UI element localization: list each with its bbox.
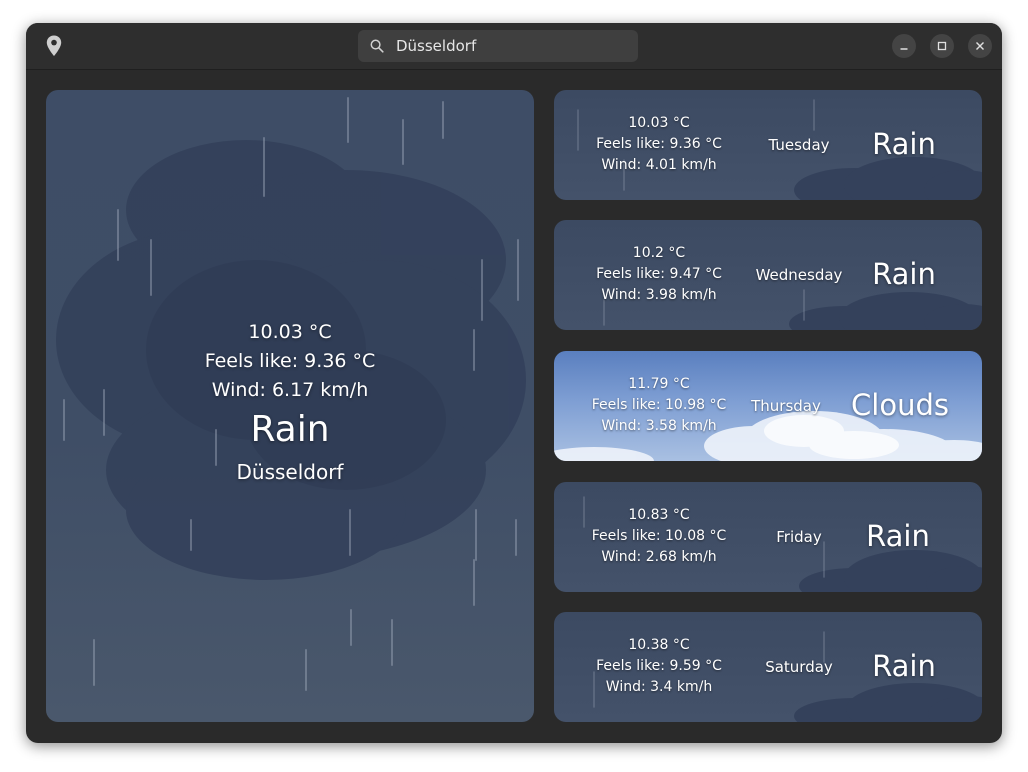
forecast-condition: Rain xyxy=(866,519,930,553)
current-feels-like: Feels like: 9.36 °C xyxy=(204,350,376,372)
forecast-temperature: 11.79 °C xyxy=(628,376,690,392)
forecast-temperature: 10.2 °C xyxy=(632,245,686,261)
minimize-button[interactable] xyxy=(892,34,916,58)
forecast-condition: Clouds xyxy=(851,388,949,422)
app-window: 10.03 °C Feels like: 9.36 °C Wind: 6.17 … xyxy=(26,23,1002,743)
forecast-details: 10.03 °C Feels like: 9.36 °C Wind: 4.01 … xyxy=(554,113,764,176)
forecast-details: 10.83 °C Feels like: 10.08 °C Wind: 2.68… xyxy=(554,505,764,568)
forecast-temperature: 10.38 °C xyxy=(628,637,690,653)
forecast-card-thursday: 11.79 °C Feels like: 10.98 °C Wind: 3.58… xyxy=(554,351,982,461)
search-icon xyxy=(370,39,384,53)
search-field[interactable] xyxy=(358,30,638,62)
maximize-button[interactable] xyxy=(930,34,954,58)
current-city: Düsseldorf xyxy=(236,460,344,484)
forecast-wind: Wind: 4.01 km/h xyxy=(601,157,717,173)
current-weather-card: 10.03 °C Feels like: 9.36 °C Wind: 6.17 … xyxy=(46,90,534,722)
maximize-icon xyxy=(937,41,947,51)
forecast-condition: Rain xyxy=(872,649,936,683)
close-icon xyxy=(976,42,984,50)
forecast-wind: Wind: 3.58 km/h xyxy=(601,418,717,434)
forecast-feels-like: Feels like: 9.59 °C xyxy=(596,658,722,674)
forecast-temperature: 10.83 °C xyxy=(628,507,690,523)
forecast-temperature: 10.03 °C xyxy=(628,115,690,131)
current-wind: Wind: 6.17 km/h xyxy=(211,379,369,401)
forecast-wind: Wind: 2.68 km/h xyxy=(601,549,717,565)
map-pin-icon xyxy=(46,35,62,56)
forecast-card-tuesday: 10.03 °C Feels like: 9.36 °C Wind: 4.01 … xyxy=(554,90,982,200)
forecast-feels-like: Feels like: 10.08 °C xyxy=(591,528,727,544)
location-button[interactable] xyxy=(42,34,66,58)
forecast-card-wednesday: 10.2 °C Feels like: 9.47 °C Wind: 3.98 k… xyxy=(554,220,982,330)
current-weather-info: 10.03 °C Feels like: 9.36 °C Wind: 6.17 … xyxy=(46,318,534,489)
forecast-day: Tuesday xyxy=(768,136,830,154)
forecast-day: Wednesday xyxy=(755,266,843,284)
forecast-details: 10.38 °C Feels like: 9.59 °C Wind: 3.4 k… xyxy=(554,635,764,698)
forecast-condition: Rain xyxy=(872,127,936,161)
forecast-feels-like: Feels like: 9.47 °C xyxy=(596,266,722,282)
forecast-wind: Wind: 3.98 km/h xyxy=(601,287,717,303)
close-button[interactable] xyxy=(968,34,992,58)
forecast-card-saturday: 10.38 °C Feels like: 9.59 °C Wind: 3.4 k… xyxy=(554,612,982,722)
forecast-wind: Wind: 3.4 km/h xyxy=(605,679,713,695)
forecast-card-friday: 10.83 °C Feels like: 10.08 °C Wind: 2.68… xyxy=(554,482,982,592)
header-bar xyxy=(26,23,1002,70)
forecast-details: 10.2 °C Feels like: 9.47 °C Wind: 3.98 k… xyxy=(554,243,764,306)
current-temperature: 10.03 °C xyxy=(248,321,332,343)
search-input[interactable] xyxy=(396,30,628,62)
minimize-icon xyxy=(900,48,908,50)
forecast-feels-like: Feels like: 9.36 °C xyxy=(596,136,722,152)
forecast-condition: Rain xyxy=(872,257,936,291)
forecast-day: Saturday xyxy=(765,658,833,676)
forecast-day: Thursday xyxy=(751,397,821,415)
current-condition: Rain xyxy=(250,409,330,450)
